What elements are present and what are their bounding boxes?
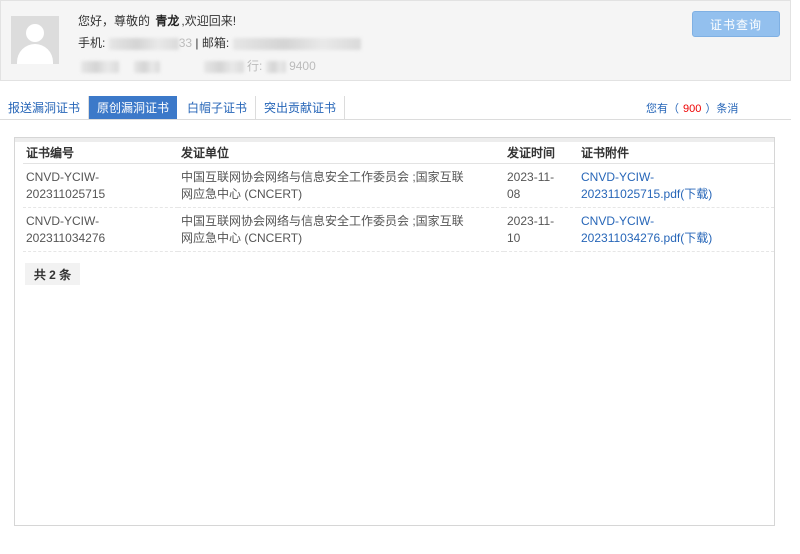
cert-id-line2: 202311034276 bbox=[26, 230, 106, 245]
tab-submitted-vuln-cert[interactable]: 报送漏洞证书 bbox=[0, 96, 90, 119]
issuer-line1: 中国互联网协会网络与信息安全工作委员会 ;国家互联 bbox=[181, 213, 464, 228]
redacted-block-1 bbox=[81, 60, 119, 73]
date-line1: 2023-11- bbox=[507, 213, 555, 228]
message-prefix: 您有（ bbox=[646, 103, 679, 115]
date-line2: 08 bbox=[507, 186, 521, 201]
line3-partial: 行: bbox=[247, 59, 263, 73]
avatar bbox=[11, 16, 59, 64]
cell-issue-date: 2023-11- 08 bbox=[504, 163, 578, 208]
phone-tail: 33 bbox=[178, 36, 193, 50]
date-line1: 2023-11- bbox=[507, 169, 555, 184]
total-count: 共 2 条 bbox=[25, 263, 80, 285]
info-line-redacted: 行: 9400 bbox=[81, 57, 316, 74]
cert-id-line2: 202311025715 bbox=[26, 186, 106, 201]
table-row: CNVD-YCIW- 202311034276 中国互联网协会网络与信息安全工作委… bbox=[23, 207, 774, 252]
cert-id-line1: CNVD-YCIW- bbox=[26, 213, 100, 228]
cert-table: 证书编号 发证单位 发证时间 证书附件 CNVD-YCIW- 2023110257… bbox=[23, 143, 774, 252]
user-name: 青龙 bbox=[155, 14, 180, 28]
user-header: 您好，尊敬的 青龙 ,欢迎回来! 手机: 33 | 邮箱: 行: 9400 证书查… bbox=[0, 0, 791, 81]
date-line2: 10 bbox=[507, 230, 521, 245]
header-issuer: 发证单位 bbox=[178, 143, 504, 164]
issuer-line2: 网应急中心 (CNCERT) bbox=[181, 230, 303, 245]
cert-query-button[interactable]: 证书查询 bbox=[692, 11, 780, 37]
message-suffix: ）条消 bbox=[705, 103, 739, 115]
cert-id-line1: CNVD-YCIW- bbox=[26, 169, 100, 184]
cell-issuer: 中国互联网协会网络与信息安全工作委员会 ;国家互联 网应急中心 (CNCERT) bbox=[178, 163, 504, 208]
email-redacted bbox=[232, 37, 361, 50]
contact-line: 手机: 33 | 邮箱: bbox=[78, 34, 361, 51]
attachment-line1[interactable]: CNVD-YCIW- bbox=[581, 169, 771, 186]
redacted-block-2 bbox=[134, 60, 161, 73]
header-attachment: 证书附件 bbox=[578, 143, 774, 164]
issuer-line2: 网应急中心 (CNCERT) bbox=[181, 186, 303, 201]
redacted-block-3 bbox=[203, 60, 244, 73]
table-header-row: 证书编号 发证单位 发证时间 证书附件 bbox=[23, 143, 774, 164]
line3-tail: 9400 bbox=[289, 59, 316, 73]
greeting-suffix: ,欢迎回来! bbox=[181, 14, 237, 28]
cell-cert-id: CNVD-YCIW- 202311025715 bbox=[23, 163, 178, 208]
attachment-line2[interactable]: 202311025715.pdf(下载) bbox=[581, 186, 771, 203]
header-issue-date: 发证时间 bbox=[504, 143, 578, 164]
greeting-line: 您好，尊敬的 青龙 ,欢迎回来! bbox=[78, 12, 236, 29]
header-cert-id: 证书编号 bbox=[23, 143, 178, 164]
cell-issuer: 中国互联网协会网络与信息安全工作委员会 ;国家互联 网应急中心 (CNCERT) bbox=[178, 207, 504, 252]
tab-whitehat-cert[interactable]: 白帽子证书 bbox=[179, 96, 257, 119]
avatar-body-icon bbox=[17, 44, 53, 64]
attachment-line1[interactable]: CNVD-YCIW- bbox=[581, 213, 771, 230]
avatar-head-icon bbox=[26, 24, 44, 42]
greeting-prefix: 您好，尊敬的 bbox=[78, 14, 151, 28]
cell-cert-id: CNVD-YCIW- 202311034276 bbox=[23, 207, 178, 252]
phone-label: 手机: bbox=[78, 36, 106, 50]
message-notice[interactable]: 您有（ 900 ）条消 bbox=[646, 100, 738, 116]
tab-original-vuln-cert[interactable]: 原创漏洞证书 bbox=[89, 96, 178, 119]
attachment-download-link[interactable]: CNVD-YCIW- 202311025715.pdf(下载) bbox=[578, 163, 774, 208]
email-label: | 邮箱: bbox=[195, 36, 230, 50]
attachment-download-link[interactable]: CNVD-YCIW- 202311034276.pdf(下载) bbox=[578, 207, 774, 252]
redacted-block-4 bbox=[265, 60, 286, 73]
table-row: CNVD-YCIW- 202311025715 中国互联网协会网络与信息安全工作委… bbox=[23, 163, 774, 208]
message-count: 900 bbox=[683, 103, 702, 115]
attachment-line2[interactable]: 202311034276.pdf(下载) bbox=[581, 230, 771, 247]
phone-redacted bbox=[108, 37, 179, 50]
cell-issue-date: 2023-11- 10 bbox=[504, 207, 578, 252]
panel-top-bar bbox=[15, 138, 774, 142]
tab-outstanding-contribution-cert[interactable]: 突出贡献证书 bbox=[256, 96, 346, 119]
cert-list-panel: 证书编号 发证单位 发证时间 证书附件 CNVD-YCIW- 2023110257… bbox=[14, 137, 775, 526]
issuer-line1: 中国互联网协会网络与信息安全工作委员会 ;国家互联 bbox=[181, 169, 464, 184]
